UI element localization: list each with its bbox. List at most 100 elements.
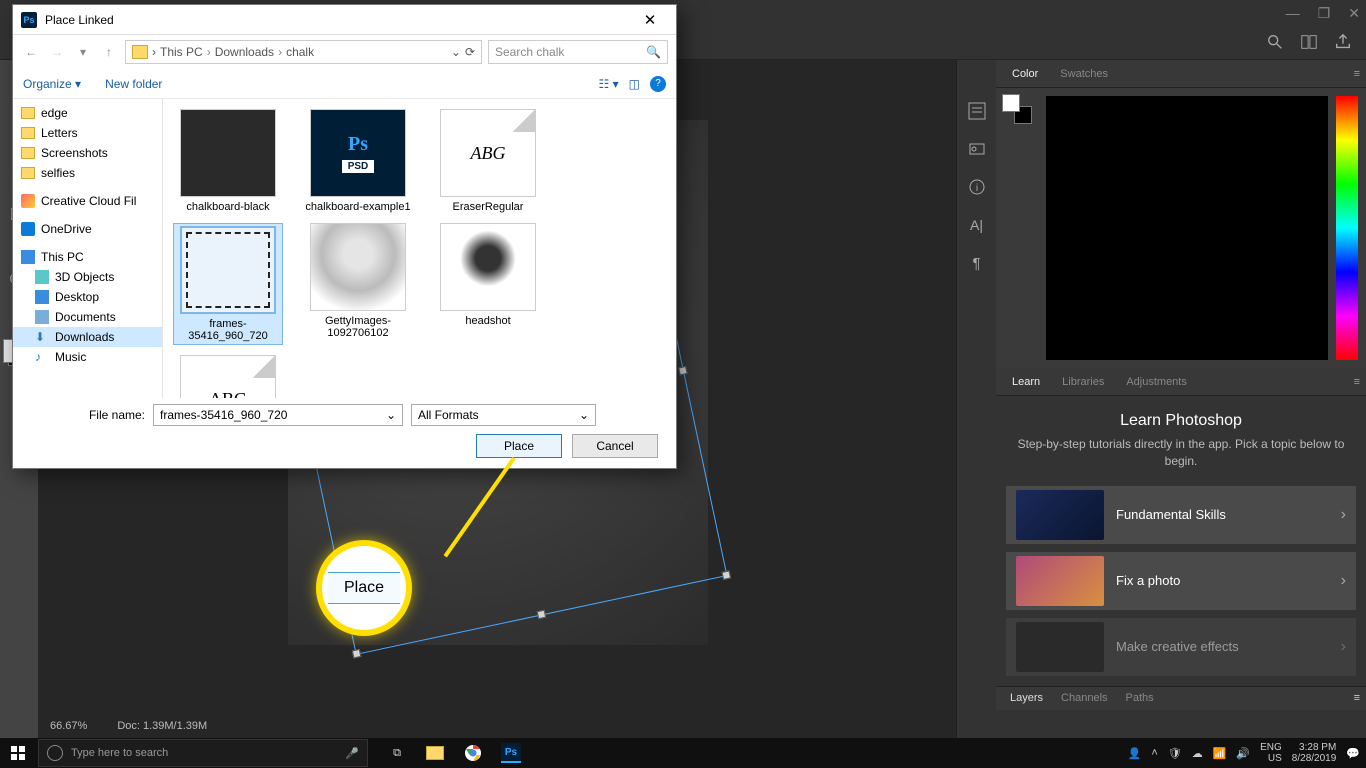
file-item[interactable]: ABGSEASRN__ xyxy=(173,355,283,398)
libraries-panel-icon[interactable] xyxy=(966,138,988,160)
new-folder-button[interactable]: New folder xyxy=(105,77,162,91)
tab-learn[interactable]: Learn xyxy=(1002,370,1050,394)
tree-node[interactable]: Letters xyxy=(13,123,162,143)
learn-card[interactable]: Fix a photo › xyxy=(1006,552,1356,610)
file-item[interactable]: ABGEraserRegular xyxy=(433,109,543,213)
file-format-select[interactable]: All Formats⌄ xyxy=(411,404,596,426)
tray-expand-icon[interactable]: ˄ xyxy=(1151,747,1157,759)
file-explorer-icon[interactable] xyxy=(418,739,452,767)
tree-node[interactable]: OneDrive xyxy=(13,219,162,239)
tree-node-selected[interactable]: ⬇Downloads xyxy=(13,327,162,347)
panel-strip: i A| ¶ xyxy=(956,60,996,738)
folder-tree[interactable]: edge Letters Screenshots selfies Creativ… xyxy=(13,99,163,398)
search-icon[interactable] xyxy=(1266,33,1286,53)
nav-recent-button[interactable]: ▾ xyxy=(73,45,93,59)
breadcrumb-dropdown-icon[interactable]: ⌄ xyxy=(451,45,461,59)
panel-menu-icon[interactable]: ≡ xyxy=(1354,376,1360,388)
action-center-icon[interactable]: 💬 xyxy=(1346,747,1360,760)
file-item[interactable]: PsPSDchalkboard-example1 xyxy=(303,109,413,213)
dialog-titlebar[interactable]: Ps Place Linked ✕ xyxy=(13,5,676,35)
organize-button[interactable]: Organize ▾ xyxy=(23,77,81,91)
place-button[interactable]: Place xyxy=(476,434,562,458)
character-panel-icon[interactable]: A| xyxy=(966,214,988,236)
tab-swatches[interactable]: Swatches xyxy=(1050,62,1118,86)
start-button[interactable] xyxy=(0,738,36,768)
file-item[interactable]: chalkboard-black xyxy=(173,109,283,213)
file-name-input[interactable]: frames-35416_960_720⌄ xyxy=(153,404,403,426)
mic-icon[interactable]: 🎤 xyxy=(345,747,359,760)
callout-label: Place xyxy=(328,572,400,604)
learn-card[interactable]: Make creative effects › xyxy=(1006,618,1356,676)
close-button[interactable]: ✕ xyxy=(1348,5,1360,22)
paragraph-panel-icon[interactable]: ¶ xyxy=(966,252,988,274)
transform-handle[interactable] xyxy=(537,610,546,619)
color-field[interactable] xyxy=(1046,96,1328,360)
security-icon[interactable]: 🛡 xyxy=(1168,747,1182,760)
properties-panel-icon[interactable] xyxy=(966,100,988,122)
taskbar-search[interactable]: Type here to search 🎤 xyxy=(38,739,368,767)
dialog-toolbar: Organize ▾ New folder ☷ ▾ ◫ ? xyxy=(13,69,676,99)
tree-node[interactable]: Documents xyxy=(13,307,162,327)
share-icon[interactable] xyxy=(1334,33,1354,53)
tree-node[interactable]: Creative Cloud Fil xyxy=(13,191,162,211)
volume-icon[interactable]: 🔊 xyxy=(1236,747,1250,760)
folder-icon xyxy=(132,45,148,59)
tree-node[interactable]: Screenshots xyxy=(13,143,162,163)
file-item[interactable]: headshot xyxy=(433,223,543,345)
tab-color[interactable]: Color xyxy=(1002,62,1048,86)
svg-text:i: i xyxy=(975,183,977,194)
transform-handle[interactable] xyxy=(722,570,731,579)
transform-handle[interactable] xyxy=(352,649,361,658)
view-mode-button[interactable]: ☷ ▾ xyxy=(599,77,619,91)
file-item-selected[interactable]: frames-35416_960_720 xyxy=(173,223,283,345)
fg-bg-swatch[interactable] xyxy=(1002,94,1032,124)
file-list[interactable]: chalkboard-black PsPSDchalkboard-example… xyxy=(163,99,676,398)
panel-menu-icon[interactable]: ≡ xyxy=(1354,692,1360,704)
tab-paths[interactable]: Paths xyxy=(1118,688,1162,708)
nav-back-button[interactable]: ← xyxy=(21,45,41,59)
nav-up-button[interactable]: ↑ xyxy=(99,45,119,59)
transform-handle[interactable] xyxy=(678,366,687,375)
panel-menu-icon[interactable]: ≡ xyxy=(1354,68,1360,80)
refresh-icon[interactable]: ⟳ xyxy=(465,45,475,59)
crumb[interactable]: This PC xyxy=(160,45,203,59)
cancel-button[interactable]: Cancel xyxy=(572,434,658,458)
crumb[interactable]: chalk xyxy=(286,45,314,59)
tree-node[interactable]: 3D Objects xyxy=(13,267,162,287)
dialog-close-button[interactable]: ✕ xyxy=(632,6,668,34)
preview-pane-button[interactable]: ◫ xyxy=(629,77,640,91)
zoom-level: 66.67% xyxy=(50,720,87,732)
clock[interactable]: 3:28 PM8/28/2019 xyxy=(1292,742,1337,764)
breadcrumb[interactable]: › This PC› Downloads› chalk ⌄ ⟳ xyxy=(125,40,482,64)
tab-channels[interactable]: Channels xyxy=(1053,688,1115,708)
tab-layers[interactable]: Layers xyxy=(1002,688,1051,708)
chrome-icon[interactable] xyxy=(456,739,490,767)
tree-node[interactable]: selfies xyxy=(13,163,162,183)
crumb[interactable]: Downloads xyxy=(215,45,274,59)
dialog-search-input[interactable]: Search chalk 🔍 xyxy=(488,40,668,64)
nav-forward-button[interactable]: → xyxy=(47,45,67,59)
info-panel-icon[interactable]: i xyxy=(966,176,988,198)
task-view-button[interactable]: ⧉ xyxy=(380,739,414,767)
tab-libraries[interactable]: Libraries xyxy=(1052,370,1114,394)
network-icon[interactable]: 📶 xyxy=(1213,747,1227,760)
tab-adjustments[interactable]: Adjustments xyxy=(1116,370,1197,394)
maximize-button[interactable]: ❐ xyxy=(1318,5,1331,22)
learn-card[interactable]: Fundamental Skills › xyxy=(1006,486,1356,544)
tree-node[interactable]: This PC xyxy=(13,247,162,267)
learn-subtitle: Step-by-step tutorials directly in the a… xyxy=(1012,436,1350,470)
help-icon[interactable]: ? xyxy=(650,76,666,92)
tree-node[interactable]: Desktop xyxy=(13,287,162,307)
language-indicator[interactable]: ENGUS xyxy=(1260,742,1282,764)
tree-node[interactable]: ♪Music xyxy=(13,347,162,367)
hue-slider[interactable] xyxy=(1336,96,1358,360)
tree-node[interactable]: edge xyxy=(13,103,162,123)
arrange-documents-icon[interactable] xyxy=(1300,33,1320,53)
minimize-button[interactable]: — xyxy=(1286,5,1300,21)
people-icon[interactable]: 👤 xyxy=(1128,747,1142,760)
photoshop-taskbar-icon[interactable]: Ps xyxy=(494,739,528,767)
system-tray: 👤 ˄ 🛡 ☁ 📶 🔊 ENGUS 3:28 PM8/28/2019 💬 xyxy=(1128,742,1366,764)
file-item[interactable]: GettyImages-1092706102 xyxy=(303,223,413,345)
onedrive-tray-icon[interactable]: ☁ xyxy=(1192,747,1203,760)
learn-title: Learn Photoshop xyxy=(1012,412,1350,430)
